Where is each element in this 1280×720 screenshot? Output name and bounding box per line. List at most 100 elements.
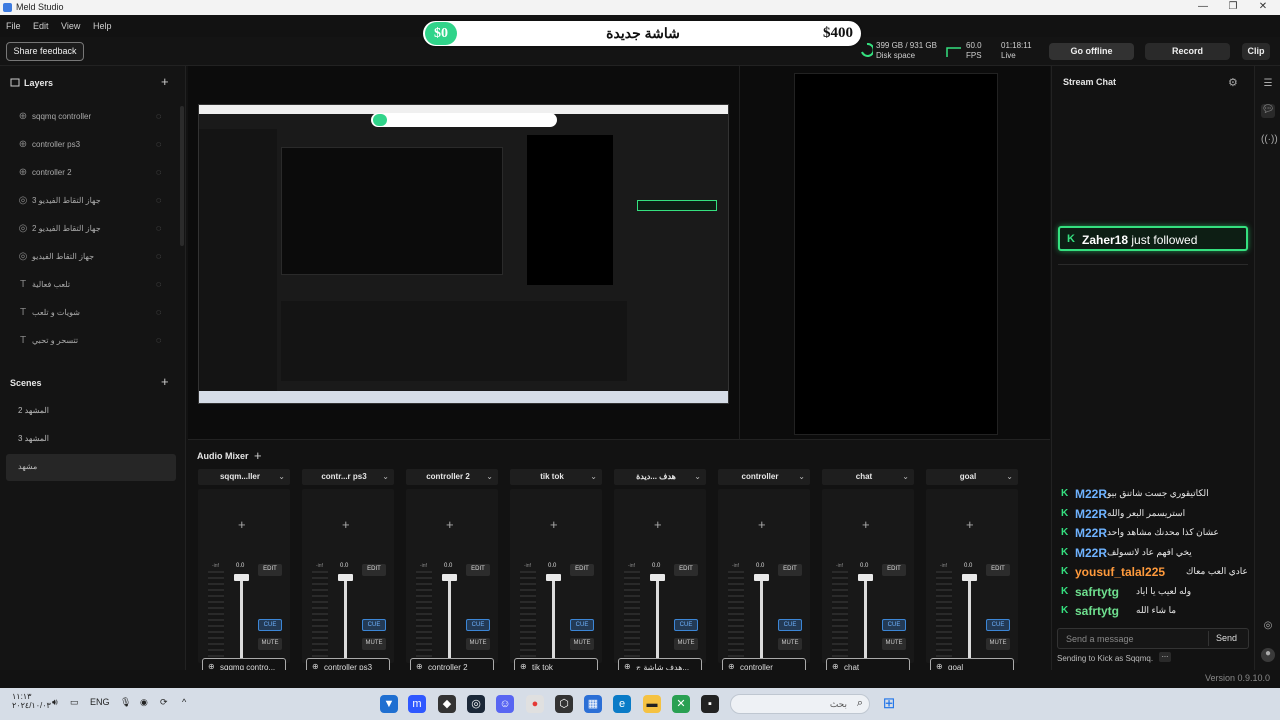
scene-item[interactable]: المشهد 3 bbox=[6, 426, 176, 453]
layer-item[interactable]: ◎ جهاز التقاط الفيديو 2 ◌ bbox=[0, 215, 180, 243]
visibility-toggle-icon[interactable]: ◌ bbox=[156, 251, 161, 261]
volume-slider-track[interactable] bbox=[968, 575, 971, 661]
mute-button[interactable]: MUTE bbox=[778, 638, 802, 650]
game-app-icon[interactable]: ◆ bbox=[438, 695, 456, 713]
avatar-icon[interactable]: ● bbox=[1261, 648, 1275, 662]
add-scene-button[interactable]: + bbox=[161, 374, 169, 389]
cue-button[interactable]: CUE bbox=[362, 619, 386, 631]
chat-username[interactable]: M22R bbox=[1075, 487, 1107, 501]
add-filter-button[interactable]: + bbox=[550, 517, 558, 532]
maximize-button[interactable]: ❐ bbox=[1218, 1, 1248, 14]
strip-header[interactable]: sqqm...ller ⌄ bbox=[198, 469, 290, 485]
taskbar-search[interactable]: بحث ⌕ bbox=[730, 694, 870, 714]
chevron-down-icon[interactable]: ⌄ bbox=[902, 472, 909, 481]
chat-username[interactable]: safrtytg bbox=[1075, 604, 1119, 618]
edit-button[interactable]: EDIT bbox=[258, 564, 282, 576]
add-layer-button[interactable]: + bbox=[161, 74, 169, 89]
volume-slider-handle[interactable] bbox=[234, 574, 249, 581]
layer-item[interactable]: ◎ جهاز التقاط الفيديو ◌ bbox=[0, 243, 180, 271]
taskbar-clock[interactable]: ١١:١٣ ٢٠٢٤/١٠/٠٣ bbox=[12, 692, 51, 710]
menu-view[interactable]: View bbox=[61, 21, 80, 31]
layer-item[interactable]: T تتسحر و تحبي ◌ bbox=[0, 327, 180, 355]
add-filter-button[interactable]: + bbox=[446, 517, 454, 532]
menu-file[interactable]: File bbox=[6, 21, 21, 31]
add-filter-button[interactable]: + bbox=[654, 517, 662, 532]
mute-button[interactable]: MUTE bbox=[986, 638, 1010, 650]
edit-button[interactable]: EDIT bbox=[674, 564, 698, 576]
chat-username[interactable]: M22R bbox=[1075, 507, 1107, 521]
chevron-down-icon[interactable]: ⌄ bbox=[694, 472, 701, 481]
cue-button[interactable]: CUE bbox=[258, 619, 282, 631]
add-filter-button[interactable]: + bbox=[342, 517, 350, 532]
mute-button[interactable]: MUTE bbox=[674, 638, 698, 650]
visibility-toggle-icon[interactable]: ◌ bbox=[156, 195, 161, 205]
visibility-toggle-icon[interactable]: ◌ bbox=[156, 223, 161, 233]
chat-options-button[interactable]: ... bbox=[1159, 651, 1171, 662]
visibility-toggle-icon[interactable]: ◌ bbox=[156, 279, 161, 289]
volume-slider-handle[interactable] bbox=[546, 574, 561, 581]
scene-item[interactable]: المشهد 2 bbox=[6, 398, 176, 425]
chevron-down-icon[interactable]: ⌄ bbox=[798, 472, 805, 481]
chat-username[interactable]: M22R bbox=[1075, 546, 1107, 560]
volume-slider-handle[interactable] bbox=[442, 574, 457, 581]
edit-button[interactable]: EDIT bbox=[778, 564, 802, 576]
edit-button[interactable]: EDIT bbox=[986, 564, 1010, 576]
chevron-down-icon[interactable]: ⌄ bbox=[1006, 472, 1013, 481]
edit-button[interactable]: EDIT bbox=[362, 564, 386, 576]
mute-button[interactable]: MUTE bbox=[258, 638, 282, 650]
security-tray-icon[interactable]: ◉ bbox=[140, 697, 148, 708]
volume-slider-handle[interactable] bbox=[338, 574, 353, 581]
chevron-up-icon[interactable]: ^ bbox=[182, 697, 186, 707]
strip-header[interactable]: controller ⌄ bbox=[718, 469, 810, 485]
add-filter-button[interactable]: + bbox=[758, 517, 766, 532]
clip-button[interactable]: Clip bbox=[1242, 43, 1270, 60]
chevron-down-icon[interactable]: ⌄ bbox=[278, 472, 285, 481]
target-icon[interactable]: ◎ bbox=[1261, 620, 1275, 634]
chat-username[interactable]: M22R bbox=[1075, 526, 1107, 540]
app-shield-icon[interactable]: ▼ bbox=[380, 695, 398, 713]
chat-bubble-icon[interactable]: 💬︎ bbox=[1261, 104, 1275, 118]
strip-header[interactable]: goal ⌄ bbox=[926, 469, 1018, 485]
volume-slider-track[interactable] bbox=[344, 575, 347, 661]
terminal-icon[interactable]: ▪ bbox=[701, 695, 719, 713]
volume-slider-track[interactable] bbox=[760, 575, 763, 661]
windows-start-icon[interactable]: ⊞ bbox=[880, 695, 898, 713]
file-explorer-icon[interactable]: ▬ bbox=[643, 695, 661, 713]
add-filter-button[interactable]: + bbox=[862, 517, 870, 532]
close-button[interactable]: ✕ bbox=[1248, 1, 1278, 14]
mute-button[interactable]: MUTE bbox=[570, 638, 594, 650]
chevron-down-icon[interactable]: ⌄ bbox=[382, 472, 389, 481]
visibility-toggle-icon[interactable]: ◌ bbox=[156, 167, 161, 177]
edge-icon[interactable]: e bbox=[613, 695, 631, 713]
strip-header[interactable]: هدف ...ديدة ⌄ bbox=[614, 469, 706, 485]
cue-button[interactable]: CUE bbox=[778, 619, 802, 631]
chevron-down-icon[interactable]: ⌄ bbox=[590, 472, 597, 481]
edit-button[interactable]: EDIT bbox=[466, 564, 490, 576]
layer-item[interactable]: T تلعب فعالية ◌ bbox=[0, 271, 180, 299]
chat-settings-gear-icon[interactable]: ⚙ bbox=[1228, 76, 1238, 89]
broadcast-icon[interactable]: ((·)) bbox=[1261, 134, 1278, 148]
scene-item[interactable]: مشهد bbox=[6, 454, 176, 481]
chevron-down-icon[interactable]: ⌄ bbox=[486, 472, 493, 481]
go-offline-button[interactable]: Go offline bbox=[1049, 43, 1134, 60]
volume-slider-handle[interactable] bbox=[650, 574, 665, 581]
mute-button[interactable]: MUTE bbox=[362, 638, 386, 650]
microphone-icon[interactable]: 🎙︎ bbox=[120, 697, 131, 708]
language-indicator[interactable]: ENG bbox=[90, 697, 110, 707]
add-filter-button[interactable]: + bbox=[966, 517, 974, 532]
meld-studio-taskbar-icon[interactable]: m bbox=[408, 695, 426, 713]
xbox-app-icon[interactable]: ✕ bbox=[672, 695, 690, 713]
chrome-icon[interactable]: ● bbox=[526, 695, 544, 713]
volume-slider-handle[interactable] bbox=[962, 574, 977, 581]
layer-item[interactable]: ⊕ controller 2 ◌ bbox=[0, 159, 180, 187]
visibility-toggle-icon[interactable]: ◌ bbox=[156, 307, 161, 317]
store-app-icon[interactable]: ▦ bbox=[584, 695, 602, 713]
volume-slider-track[interactable] bbox=[656, 575, 659, 661]
volume-slider-track[interactable] bbox=[240, 575, 243, 661]
sync-icon[interactable]: ⟳ bbox=[160, 697, 168, 708]
cue-button[interactable]: CUE bbox=[570, 619, 594, 631]
cue-button[interactable]: CUE bbox=[882, 619, 906, 631]
cube-app-icon[interactable]: ⬡ bbox=[555, 695, 573, 713]
strip-header[interactable]: chat ⌄ bbox=[822, 469, 914, 485]
mute-button[interactable]: MUTE bbox=[882, 638, 906, 650]
